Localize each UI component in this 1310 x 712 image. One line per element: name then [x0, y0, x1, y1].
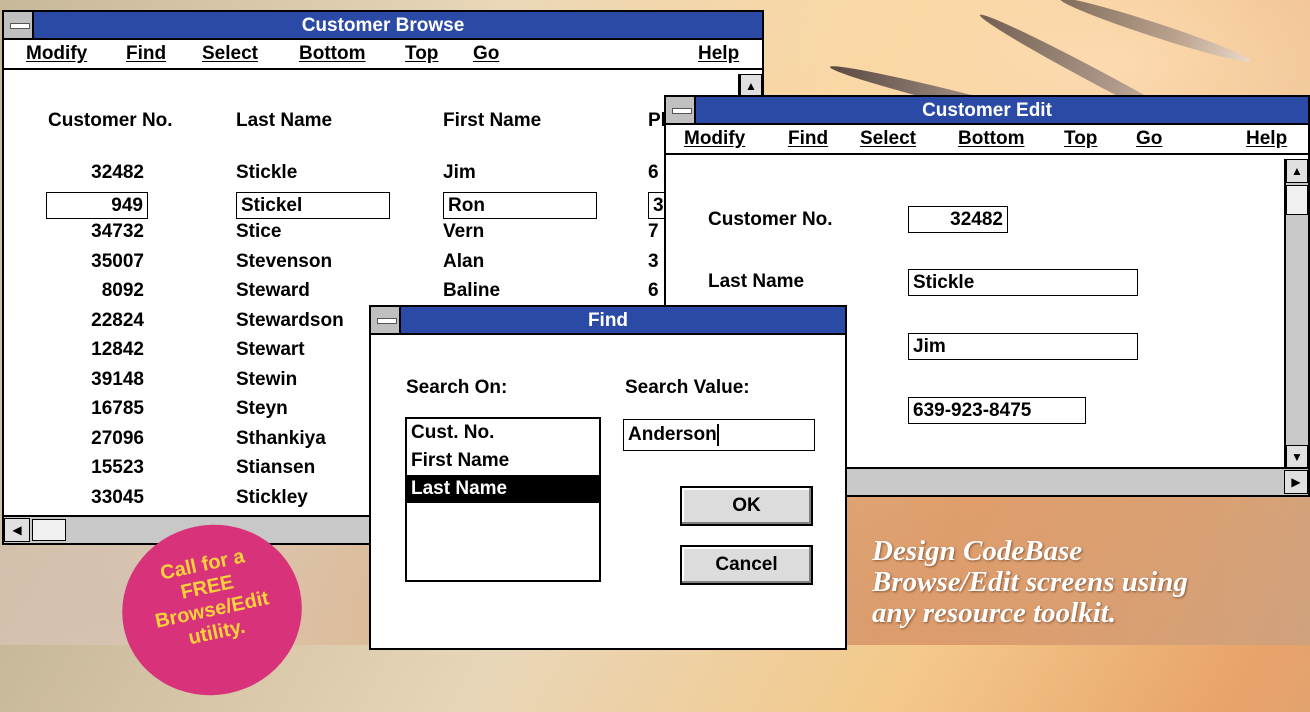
cell-phone[interactable]: 7 — [648, 221, 659, 243]
table-row[interactable]: 32482 Stickle Jim 6 — [4, 162, 740, 190]
menu-select[interactable]: Select — [860, 125, 916, 153]
system-menu-icon[interactable] — [371, 307, 401, 333]
browse-titlebar: Customer Browse — [4, 12, 762, 40]
find-title: Find — [587, 310, 629, 331]
cell-customer-no[interactable]: 8092 — [64, 280, 144, 302]
scroll-left-icon[interactable]: ◀ — [4, 518, 30, 542]
cell-first-name[interactable]: Ron — [443, 191, 597, 219]
customer-no-field[interactable]: 32482 — [908, 206, 1008, 233]
customer-no-label: Customer No. — [708, 209, 833, 230]
cell-customer-no[interactable]: 27096 — [64, 428, 144, 450]
edit-title: Customer Edit — [922, 100, 1052, 121]
tagline-line: Browse/Edit screens using — [872, 566, 1188, 598]
tagline-line: Design CodeBase — [872, 535, 1083, 567]
cell-customer-no[interactable]: 16785 — [64, 398, 144, 420]
tagline: Design CodeBase Browse/Edit screens usin… — [872, 536, 1188, 629]
cell-phone[interactable]: 6 — [648, 280, 659, 302]
cell-phone[interactable]: 3 — [648, 251, 659, 273]
cell-phone[interactable]: 6 — [648, 162, 659, 184]
scroll-up-icon[interactable]: ▲ — [1286, 159, 1308, 183]
cell-last-name[interactable]: Sthankiya — [236, 428, 326, 450]
search-value-label: Search Value: — [625, 377, 750, 398]
cell-customer-no[interactable]: 32482 — [64, 162, 144, 184]
menu-find[interactable]: Find — [788, 125, 828, 153]
edit-vertical-scrollbar[interactable]: ▲ ▼ — [1284, 159, 1308, 469]
edit-titlebar: Customer Edit — [666, 97, 1308, 125]
search-on-options: Cust. No. First Name Last Name — [407, 419, 599, 503]
search-on-label: Search On: — [406, 377, 508, 398]
cell-last-name[interactable]: Stewart — [236, 339, 305, 361]
find-dialog: Find Search On: Search Value: Cust. No. F… — [369, 305, 847, 650]
edit-menubar: Modify Find Select Bottom Top Go Help — [666, 125, 1308, 155]
col-header-first-name: First Name — [443, 110, 542, 131]
cell-last-name[interactable]: Stickley — [236, 487, 308, 509]
text-cursor — [716, 423, 719, 446]
menu-top[interactable]: Top — [405, 40, 438, 68]
cell-customer-no[interactable]: 39148 — [64, 369, 144, 391]
last-name-label: Last Name — [708, 271, 805, 292]
scroll-thumb[interactable] — [32, 519, 66, 541]
menu-go[interactable]: Go — [473, 40, 499, 68]
cell-last-name[interactable]: Stickle — [236, 162, 297, 184]
menu-find[interactable]: Find — [126, 40, 166, 68]
cell-first-name[interactable]: Baline — [443, 280, 500, 302]
cell-customer-no[interactable]: 34732 — [64, 221, 144, 243]
menu-go[interactable]: Go — [1136, 125, 1162, 153]
menu-bottom[interactable]: Bottom — [299, 40, 365, 68]
scroll-thumb[interactable] — [1286, 185, 1308, 215]
menu-bottom[interactable]: Bottom — [958, 125, 1024, 153]
search-on-option[interactable]: Cust. No. — [407, 419, 599, 447]
table-row[interactable]: 8092 Steward Baline 6 — [4, 280, 740, 308]
menu-select[interactable]: Select — [202, 40, 258, 68]
menu-modify[interactable]: Modify — [26, 40, 87, 68]
cell-last-name[interactable]: Stice — [236, 221, 281, 243]
cell-last-name[interactable]: Steward — [236, 280, 310, 302]
search-on-listbox[interactable]: Cust. No. First Name Last Name — [405, 417, 601, 582]
cell-first-name[interactable]: Jim — [443, 162, 476, 184]
table-row[interactable]: 35007 Stevenson Alan 3 — [4, 251, 740, 279]
cell-last-name[interactable]: Steyn — [236, 398, 288, 420]
ok-button[interactable]: OK — [680, 486, 813, 526]
cell-customer-no[interactable]: 33045 — [64, 487, 144, 509]
scroll-down-icon[interactable]: ▼ — [1286, 445, 1308, 469]
cancel-button[interactable]: Cancel — [680, 545, 813, 585]
browse-title: Customer Browse — [301, 15, 465, 36]
search-on-option[interactable]: Last Name — [407, 475, 599, 503]
cell-customer-no[interactable]: 15523 — [64, 457, 144, 479]
system-menu-icon[interactable] — [4, 12, 34, 38]
system-menu-icon[interactable] — [666, 97, 696, 123]
search-value-text: Anderson — [628, 424, 717, 445]
col-header-customer-no: Customer No. — [48, 110, 173, 131]
cell-last-name[interactable]: Stickel — [236, 191, 390, 219]
menu-help[interactable]: Help — [1246, 125, 1287, 153]
cell-first-name[interactable]: Vern — [443, 221, 484, 243]
search-value-input[interactable]: Anderson — [623, 419, 815, 451]
cell-customer-no[interactable]: 22824 — [64, 310, 144, 332]
cell-last-name[interactable]: Stevenson — [236, 251, 332, 273]
scroll-right-icon[interactable]: ▶ — [1284, 470, 1308, 494]
table-row[interactable]: 34732 Stice Vern 7 — [4, 221, 740, 249]
cell-last-name[interactable]: Stewardson — [236, 310, 344, 332]
cell-customer-no[interactable]: 949 — [46, 191, 148, 219]
search-on-option[interactable]: First Name — [407, 447, 599, 475]
cell-customer-no[interactable]: 12842 — [64, 339, 144, 361]
browse-menubar: Modify Find Select Bottom Top Go Help — [4, 40, 762, 70]
last-name-field[interactable]: Stickle — [908, 269, 1138, 296]
cell-last-name[interactable]: Stiansen — [236, 457, 315, 479]
phone-field[interactable]: 639-923-8475 — [908, 397, 1086, 424]
first-name-field[interactable]: Jim — [908, 333, 1138, 360]
menu-top[interactable]: Top — [1064, 125, 1097, 153]
cell-last-name[interactable]: Stewin — [236, 369, 297, 391]
menu-modify[interactable]: Modify — [684, 125, 745, 153]
cell-customer-no[interactable]: 35007 — [64, 251, 144, 273]
menu-help[interactable]: Help — [698, 40, 739, 68]
col-header-last-name: Last Name — [236, 110, 333, 131]
table-row[interactable]: 949 Stickel Ron 3 — [4, 191, 740, 220]
cell-first-name[interactable]: Alan — [443, 251, 484, 273]
find-titlebar: Find — [371, 307, 845, 335]
tagline-line: any resource toolkit. — [872, 597, 1117, 629]
